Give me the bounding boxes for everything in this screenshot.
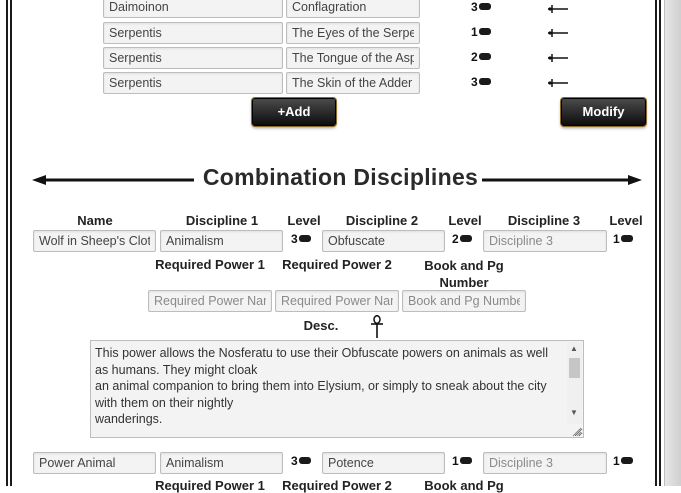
combo-discipline-2-field[interactable] [322, 452, 445, 474]
combo-level-3[interactable]: 1 [613, 454, 633, 468]
power-level[interactable]: 3 [471, 0, 491, 14]
header-name: Name [77, 213, 113, 228]
resize-grip-icon[interactable] [570, 425, 582, 437]
header-book-page: Book and Pg Number [424, 258, 504, 290]
dagger-delete-icon[interactable] [546, 26, 570, 40]
description-textarea[interactable]: This power allows the Nosferatu to use t… [90, 340, 584, 438]
header-desc: Desc. [303, 318, 339, 333]
level-pip-icon [459, 457, 472, 464]
combo-level-2[interactable]: 1 [452, 454, 472, 468]
combo-level-2[interactable]: 2 [452, 232, 472, 246]
ankh-icon [371, 315, 383, 338]
modify-button[interactable]: Modify [561, 98, 646, 126]
combo-name-field[interactable] [33, 452, 156, 474]
dagger-delete-icon[interactable] [546, 2, 570, 16]
level-pip-icon [478, 78, 491, 85]
scroll-up-icon[interactable]: ▲ [570, 344, 578, 353]
level-pip-icon [478, 53, 491, 60]
power-level[interactable]: 3 [471, 75, 491, 89]
combo-discipline-2-field[interactable] [322, 230, 445, 252]
combo-discipline-3-field[interactable] [483, 230, 607, 252]
header-discipline-2: Discipline 2 [345, 213, 419, 228]
power-discipline-field[interactable] [103, 72, 283, 94]
power-discipline-field[interactable] [103, 22, 283, 44]
level-pip-icon [298, 235, 311, 242]
power-level[interactable]: 1 [471, 25, 491, 39]
divider-right [482, 175, 642, 185]
character-sheet: 3 1 2 3 +Add Modify Combination Discipli… [0, 0, 681, 493]
combo-discipline-3-field[interactable] [483, 452, 607, 474]
header-discipline-1: Discipline 1 [185, 213, 259, 228]
scroll-down-icon[interactable]: ▼ [570, 408, 578, 417]
right-border [653, 0, 663, 486]
level-pip-icon [459, 235, 472, 242]
power-name-field[interactable] [286, 22, 420, 44]
level-pip-icon [620, 457, 633, 464]
level-pip-icon [478, 3, 491, 10]
book-page-field[interactable] [402, 290, 526, 312]
header-required-power-2: Required Power 2 [282, 257, 392, 272]
power-name-field[interactable] [286, 47, 420, 69]
left-border [4, 0, 14, 486]
description-scrollbar[interactable]: ▲ ▼ [567, 342, 582, 424]
required-power-2-field[interactable] [275, 290, 399, 312]
add-power-button[interactable]: +Add [252, 98, 336, 126]
power-level[interactable]: 2 [471, 50, 491, 64]
header-level-3: Level [609, 213, 643, 228]
dagger-delete-icon[interactable] [546, 76, 570, 90]
dagger-delete-icon[interactable] [546, 51, 570, 65]
combo-level-1[interactable]: 3 [291, 232, 311, 246]
combo-level-3[interactable]: 1 [613, 232, 633, 246]
page-scrollbar[interactable] [664, 0, 681, 486]
header-level-1: Level [287, 213, 321, 228]
required-power-1-field[interactable] [148, 290, 272, 312]
header-level-2: Level [448, 213, 482, 228]
combo-name-field[interactable] [33, 230, 156, 252]
power-discipline-field[interactable] [103, 47, 283, 69]
power-discipline-field[interactable] [103, 0, 283, 18]
power-name-field[interactable] [286, 72, 420, 94]
header-discipline-3: Discipline 3 [507, 213, 581, 228]
scroll-thumb[interactable] [569, 358, 580, 378]
level-pip-icon [478, 28, 491, 35]
power-name-field[interactable] [286, 0, 420, 18]
combo-discipline-1-field[interactable] [160, 452, 283, 474]
header-required-power-1: Required Power 1 [155, 257, 265, 272]
combo-level-1[interactable]: 3 [291, 454, 311, 468]
level-pip-icon [298, 457, 311, 464]
level-pip-icon [620, 235, 633, 242]
combo-discipline-1-field[interactable] [160, 230, 283, 252]
